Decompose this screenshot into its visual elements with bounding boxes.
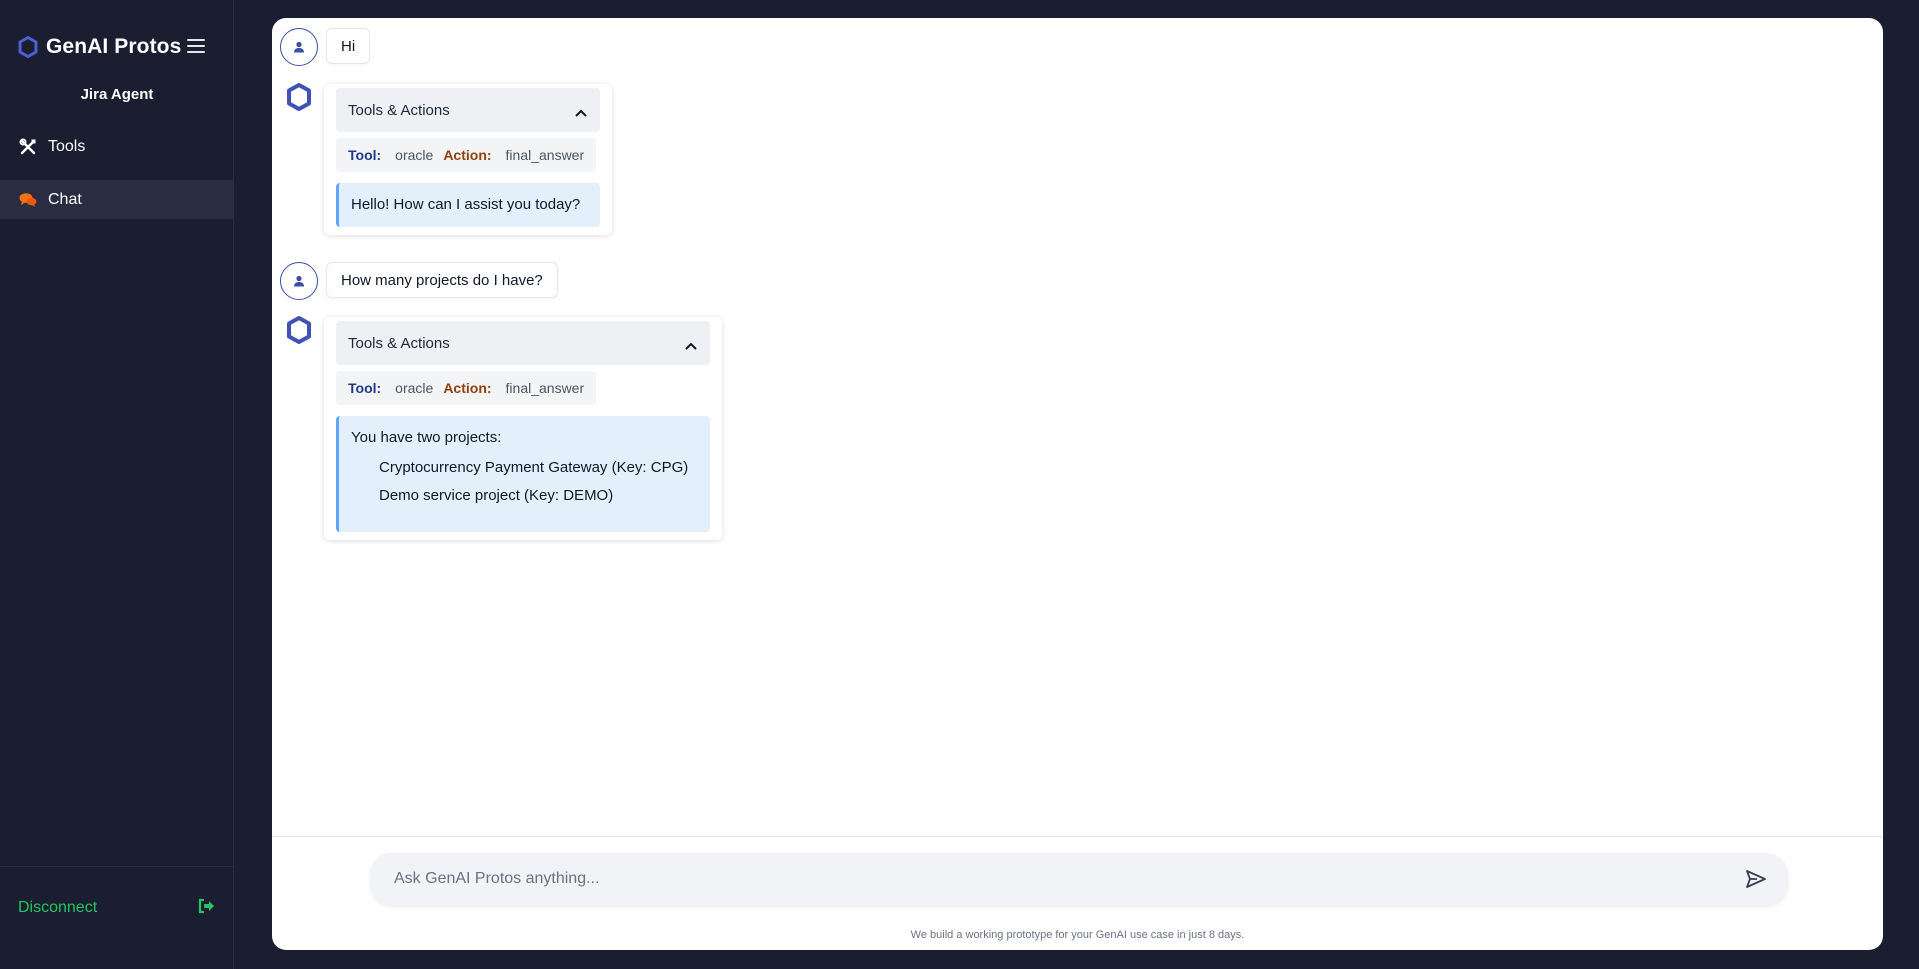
assistant-answer: You have two projects: Cryptocurrency Pa…	[336, 416, 710, 532]
brand-name: GenAI Protos	[46, 35, 182, 58]
chat-panel: Hi Tools & Actions Tool: oracle Action: …	[272, 18, 1883, 950]
brand[interactable]: GenAI Protos	[18, 34, 181, 60]
user-avatar-icon	[280, 28, 318, 66]
user-message: How many projects do I have?	[280, 262, 558, 300]
send-icon	[1746, 870, 1766, 888]
chevron-up-icon	[575, 109, 587, 117]
tool-key: Tool:	[348, 147, 382, 163]
sidebar: GenAI Protos Jira Agent Tools Chat Disco…	[0, 0, 234, 969]
sign-out-icon	[198, 898, 216, 919]
tool-value: oracle	[395, 380, 434, 396]
send-button[interactable]	[1744, 867, 1768, 891]
assistant-message: Tools & Actions Tool: oracle Action: fin…	[280, 316, 722, 540]
tool-value: oracle	[395, 147, 434, 163]
assistant-message: Tools & Actions Tool: oracle Action: fin…	[280, 83, 612, 235]
message-input[interactable]	[394, 870, 1744, 888]
project-list: Cryptocurrency Payment Gateway (Key: CPG…	[351, 454, 698, 510]
answer-intro: You have two projects:	[351, 429, 502, 446]
assistant-avatar-icon	[287, 316, 311, 344]
brand-logo-icon	[18, 36, 38, 58]
agent-name: Jira Agent	[80, 86, 154, 103]
action-key: Action:	[443, 147, 492, 163]
tool-key: Tool:	[348, 380, 382, 396]
assistant-answer: Hello! How can I assist you today?	[336, 183, 600, 227]
answer-text: Hello! How can I assist you today?	[351, 196, 581, 213]
user-message-text: Hi	[326, 28, 371, 64]
tools-actions-title: Tools & Actions	[348, 334, 450, 352]
user-message: Hi	[280, 28, 371, 66]
list-item: Cryptocurrency Payment Gateway (Key: CPG…	[379, 459, 689, 476]
disconnect-label: Disconnect	[18, 899, 98, 916]
tools-actions-toggle[interactable]: Tools & Actions	[336, 321, 710, 365]
assistant-card: Tools & Actions Tool: oracle Action: fin…	[324, 317, 722, 540]
tool-action-line: Tool: oracle Action: final_answer	[336, 138, 597, 172]
menu-toggle-icon[interactable]	[186, 36, 206, 56]
tools-actions-toggle[interactable]: Tools & Actions	[336, 88, 600, 132]
sidebar-item-tools[interactable]: Tools	[0, 127, 234, 166]
action-value: final_answer	[505, 380, 585, 396]
composer: We build a working prototype for your Ge…	[272, 836, 1883, 950]
sidebar-item-chat[interactable]: Chat	[0, 180, 234, 219]
sidebar-item-label: Chat	[48, 190, 82, 208]
sidebar-item-label: Tools	[48, 137, 86, 155]
action-value: final_answer	[505, 147, 585, 163]
chevron-up-icon	[685, 342, 697, 350]
assistant-card: Tools & Actions Tool: oracle Action: fin…	[324, 84, 612, 235]
user-message-text: How many projects do I have?	[326, 262, 558, 298]
tools-icon	[18, 137, 38, 157]
tool-action-line: Tool: oracle Action: final_answer	[336, 371, 597, 405]
sidebar-divider	[0, 866, 234, 867]
tools-actions-title: Tools & Actions	[348, 101, 450, 119]
message-input-box[interactable]	[370, 853, 1788, 905]
action-key: Action:	[443, 380, 492, 396]
user-avatar-icon	[280, 262, 318, 300]
assistant-avatar-icon	[287, 83, 311, 111]
disconnect-button[interactable]: Disconnect	[18, 896, 216, 920]
list-item: Demo service project (Key: DEMO)	[379, 487, 614, 504]
chat-icon	[18, 190, 38, 210]
footer-note: We build a working prototype for your Ge…	[910, 929, 1245, 941]
